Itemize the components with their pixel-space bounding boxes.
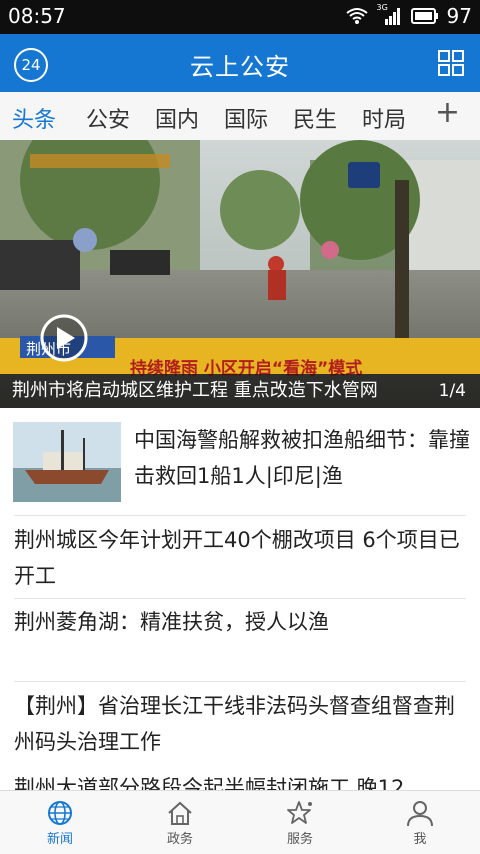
- status-bar: 08:57 3G 97: [0, 0, 480, 34]
- app-title: 云上公安: [190, 53, 290, 81]
- news-item[interactable]: 【荆州】省治理长江干线非法码头督查组督查荆州码头治理工作: [14, 688, 466, 760]
- star-icon: [285, 799, 315, 827]
- wifi-icon: [345, 6, 369, 26]
- battery-icon: [410, 8, 439, 24]
- bottom-nav: 新闻 政务 服务 我: [0, 790, 480, 854]
- add-tab-button[interactable]: +: [435, 98, 460, 128]
- news-item[interactable]: 荆州菱角湖：精准扶贫，授人以渔: [14, 604, 466, 640]
- hero-caption-bar: 荆州市将启动城区维护工程 重点改造下水管网 1/4: [0, 374, 480, 408]
- battery-level: 97: [446, 4, 472, 28]
- tab-headlines[interactable]: 头条: [12, 102, 56, 134]
- nav-label: 新闻: [46, 832, 73, 847]
- tab-international[interactable]: 国际: [224, 102, 268, 134]
- news-item[interactable]: 荆州城区今年计划开工40个棚改项目 6个项目已开工: [14, 522, 466, 594]
- hero-carousel[interactable]: 荆州市 持续降雨 小区开启“看海”模式 荆州市将启动城区维护工程 重点改造下水管…: [0, 140, 480, 408]
- news-item[interactable]: 荆州大道部分路段今起半幅封闭施工 晚12: [14, 770, 466, 790]
- tab-domestic[interactable]: 国内: [155, 102, 199, 134]
- tab-police[interactable]: 公安: [86, 102, 130, 134]
- globe-icon: [45, 799, 75, 827]
- grid-menu-icon[interactable]: [438, 50, 464, 80]
- status-time: 08:57: [8, 4, 66, 28]
- carousel-pager: 1/4: [438, 381, 466, 401]
- divider: [14, 598, 466, 599]
- news-thumbnail: [13, 422, 121, 502]
- video-location-tag: 荆州市: [26, 340, 72, 358]
- divider: [14, 681, 466, 682]
- nav-government[interactable]: 政务: [120, 791, 240, 854]
- nav-label: 我: [413, 832, 427, 847]
- home-icon: [165, 799, 195, 827]
- category-tabs: 头条 公安 国内 国际 民生 时局 +: [0, 92, 480, 141]
- nav-label: 政务: [166, 832, 193, 847]
- nav-me[interactable]: 我: [360, 791, 480, 854]
- divider: [14, 515, 466, 516]
- signal-icon: 3G: [377, 3, 403, 26]
- nav-services[interactable]: 服务: [240, 791, 360, 854]
- nav-label: 服务: [286, 832, 313, 847]
- tab-current-affairs[interactable]: 时局: [362, 102, 406, 134]
- user-icon: [405, 799, 435, 827]
- news-item-with-thumbnail[interactable]: 中国海警船解救被扣渔船细节：靠撞击救回1船1人|印尼|渔: [0, 408, 480, 516]
- news-title: 中国海警船解救被扣渔船细节：靠撞击救回1船1人|印尼|渔: [134, 428, 470, 488]
- hero-caption: 荆州市将启动城区维护工程 重点改造下水管网: [12, 380, 378, 401]
- tab-livelihood[interactable]: 民生: [293, 102, 337, 134]
- nav-news[interactable]: 新闻: [0, 791, 120, 854]
- app-bar: 24 云上公安: [0, 34, 480, 92]
